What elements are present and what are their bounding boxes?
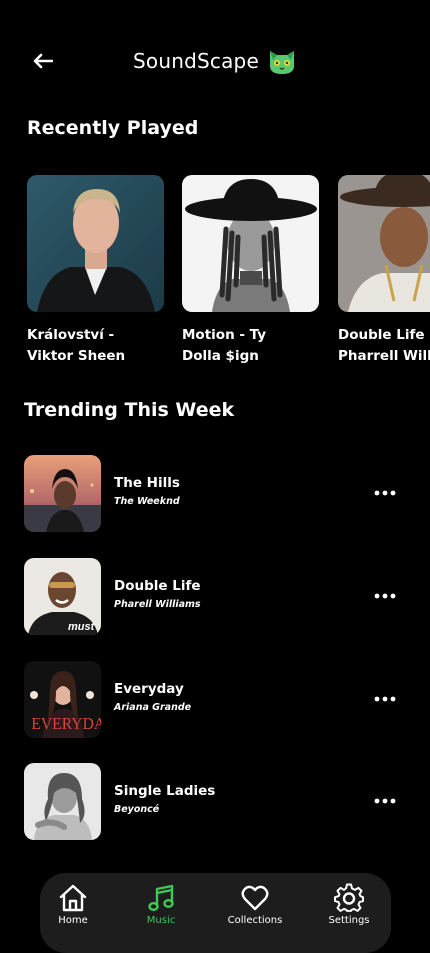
svg-text:must: must — [68, 621, 96, 633]
track-title: Double Life — [114, 578, 201, 594]
album-art-pharell-williams: must — [24, 558, 101, 635]
nav-item-home[interactable]: Home — [33, 883, 113, 926]
album-art-the-weeknd — [24, 455, 101, 532]
album-art-beyonce — [24, 763, 101, 840]
trending-track-row[interactable]: The Hills The Weeknd — [24, 455, 406, 532]
track-title: The Hills — [114, 475, 180, 491]
track-title: Everyday — [114, 681, 184, 697]
nav-label-collections: Collections — [227, 915, 283, 926]
album-art-pharrell-williams — [338, 175, 430, 312]
recent-card-label: Motion - Ty Dolla $ign — [182, 327, 267, 364]
recent-card-label: Double Life Pharrell Willia — [338, 327, 430, 364]
recent-card-label: Království - Viktor Sheen — [27, 327, 126, 364]
more-options-button[interactable] — [372, 483, 398, 503]
album-art-ty-dolla-sign — [182, 175, 319, 312]
track-artist: Beyoncé — [114, 804, 160, 815]
track-artist: Ariana Grande — [114, 702, 192, 713]
more-horizontal-icon — [374, 696, 396, 702]
recently-played-heading: Recently Played — [27, 117, 199, 139]
track-title: Single Ladies — [114, 783, 216, 799]
heart-icon — [241, 885, 269, 911]
nav-item-settings[interactable]: Settings — [309, 883, 389, 926]
recent-card[interactable]: Motion - Ty Dolla $ign — [182, 175, 319, 367]
app-title: SoundScape — [133, 49, 259, 73]
nav-label-music: Music — [146, 915, 176, 926]
bottom-nav-bar: Home Music Collections Settings — [40, 873, 391, 953]
app-brand: SoundScape — [0, 46, 430, 76]
svg-text:EVERYDAY: EVERYDAY — [31, 713, 101, 733]
album-art-viktor-sheen — [27, 175, 164, 312]
more-options-button[interactable] — [372, 689, 398, 709]
album-art-ariana-grande: EVERYDAY — [24, 661, 101, 738]
home-icon — [59, 884, 87, 912]
trending-heading: Trending This Week — [24, 399, 235, 421]
more-options-button[interactable] — [372, 586, 398, 606]
more-horizontal-icon — [374, 593, 396, 599]
nav-label-settings: Settings — [328, 915, 370, 926]
trending-track-row[interactable]: EVERYDAY Everyday Ariana Grande — [24, 661, 406, 738]
recently-played-carousel[interactable]: Království - Viktor Sheen Motion - Ty Do… — [0, 175, 430, 375]
trending-track-row[interactable]: Single Ladies Beyoncé — [24, 763, 406, 840]
nav-item-collections[interactable]: Collections — [215, 883, 295, 926]
trending-track-row[interactable]: must Double Life Pharell Williams — [24, 558, 406, 635]
track-artist: Pharell Williams — [114, 599, 201, 610]
gear-icon — [334, 883, 364, 912]
more-options-button[interactable] — [372, 791, 398, 811]
nav-label-home: Home — [58, 915, 88, 926]
more-horizontal-icon — [374, 490, 396, 496]
soundscape-cat-logo — [269, 51, 294, 74]
more-horizontal-icon — [374, 798, 396, 804]
music-note-icon — [148, 884, 174, 912]
nav-item-music[interactable]: Music — [121, 883, 201, 926]
recent-card[interactable]: Království - Viktor Sheen — [27, 175, 164, 367]
track-artist: The Weeknd — [114, 496, 180, 507]
app-header: SoundScape — [0, 0, 430, 100]
recent-card[interactable]: Double Life Pharrell Willia — [338, 175, 430, 367]
